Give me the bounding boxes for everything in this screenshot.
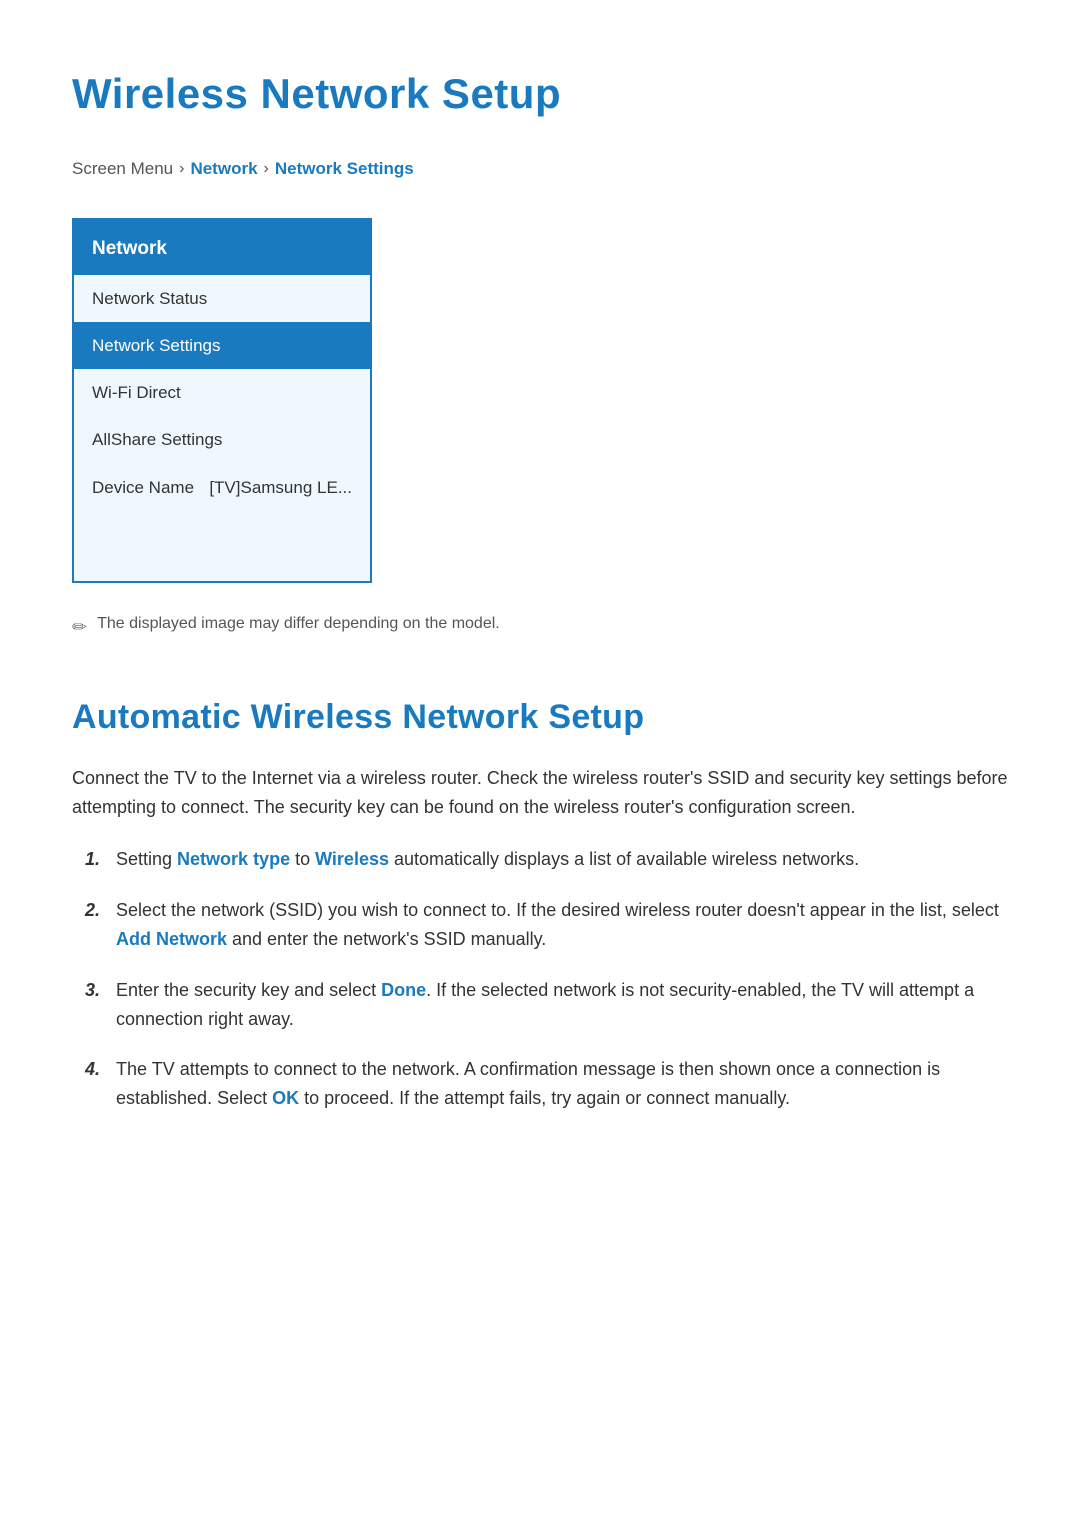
breadcrumb-separator-2: › [264,156,269,182]
step-2-number: 2. [72,896,100,925]
tv-menu-item-network-settings[interactable]: Network Settings [74,322,370,369]
note-text: The displayed image may differ depending… [97,611,500,637]
step-1-number: 1. [72,845,100,874]
breadcrumb-network-settings[interactable]: Network Settings [275,155,414,182]
tv-menu-spacer [74,511,370,581]
breadcrumb: Screen Menu › Network › Network Settings [72,155,1008,182]
step-3-highlight-1: Done [381,980,426,1000]
step-4-highlight-1: OK [272,1088,299,1108]
pencil-icon: ✏ [72,613,87,642]
tv-menu-device-name-value: [TV]Samsung LE... [209,474,352,501]
step-2-text: Select the network (SSID) you wish to co… [116,896,1008,954]
step-4-text: The TV attempts to connect to the networ… [116,1055,1008,1113]
tv-menu-item-wifi-direct[interactable]: Wi-Fi Direct [74,369,370,416]
step-3-text: Enter the security key and select Done. … [116,976,1008,1034]
tv-menu-item-device-name: Device Name [TV]Samsung LE... [74,464,370,511]
step-2-highlight-1: Add Network [116,929,227,949]
auto-section-title: Automatic Wireless Network Setup [72,690,1008,744]
step-1: 1. Setting Network type to Wireless auto… [72,845,1008,874]
tv-menu-item-network-status[interactable]: Network Status [74,275,370,322]
step-3-number: 3. [72,976,100,1005]
step-1-text: Setting Network type to Wireless automat… [116,845,1008,874]
step-4-number: 4. [72,1055,100,1084]
page-title: Wireless Network Setup [72,60,1008,127]
steps-list: 1. Setting Network type to Wireless auto… [72,845,1008,1113]
breadcrumb-screen-menu: Screen Menu [72,155,173,182]
tv-menu-item-allshare[interactable]: AllShare Settings [74,416,370,463]
step-3: 3. Enter the security key and select Don… [72,976,1008,1034]
tv-menu: Network Network Status Network Settings … [72,218,372,582]
tv-menu-body: Network Status Network Settings Wi-Fi Di… [74,275,370,581]
breadcrumb-separator-1: › [179,156,184,182]
step-1-highlight-2: Wireless [315,849,389,869]
auto-wireless-section: Automatic Wireless Network Setup Connect… [72,690,1008,1114]
step-1-highlight-1: Network type [177,849,290,869]
step-2: 2. Select the network (SSID) you wish to… [72,896,1008,954]
step-4: 4. The TV attempts to connect to the net… [72,1055,1008,1113]
breadcrumb-network[interactable]: Network [190,155,257,182]
note: ✏ The displayed image may differ dependi… [72,611,1008,642]
tv-menu-device-name-label: Device Name [92,474,194,501]
auto-section-intro: Connect the TV to the Internet via a wir… [72,764,1008,822]
tv-menu-header: Network [74,220,370,274]
